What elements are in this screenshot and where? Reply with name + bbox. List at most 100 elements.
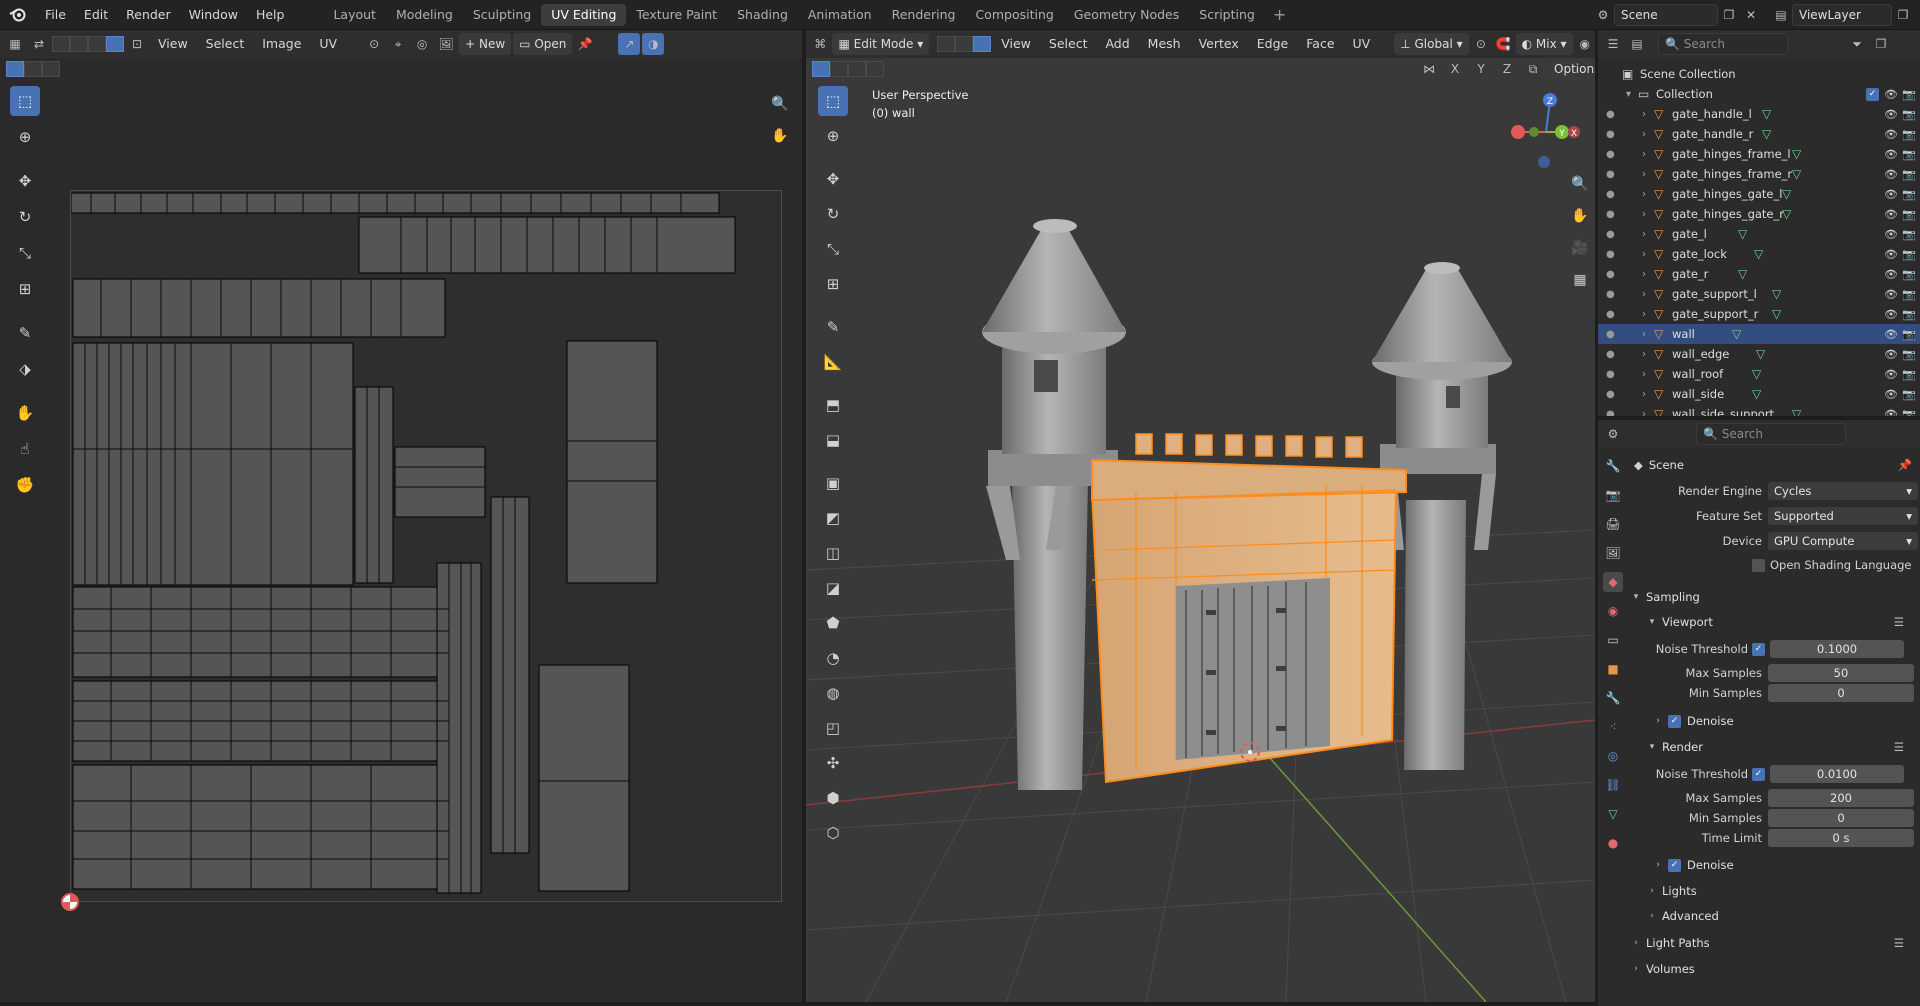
tab-compositing[interactable]: Compositing [965,4,1063,26]
outliner-item[interactable]: ● › ▽ gate_hinges_gate_r ▽ 👁 📷 [1598,204,1920,224]
rip-region-tool-icon[interactable]: ⬡ [818,818,848,848]
light-paths-presets-icon[interactable]: ☰ [1894,936,1904,950]
render-camera-icon[interactable]: 📷 [1902,268,1916,281]
view-layer-icon[interactable]: ▤ [1770,4,1792,26]
visibility-dot-icon[interactable]: ● [1606,289,1615,300]
extrude-tool-icon[interactable]: ⬓ [818,425,848,455]
outliner-item[interactable]: ● › ▽ gate_lock ▽ 👁 📷 [1598,244,1920,264]
vp-move-tool-icon[interactable]: ✥ [818,164,848,194]
visibility-dot-icon[interactable]: ● [1606,229,1615,240]
render-camera-icon[interactable]: 📷 [1902,228,1916,241]
eye-icon[interactable]: 👁 [1884,388,1898,401]
vp-denoise-checkbox[interactable]: ✓ [1668,714,1681,728]
outliner-item[interactable]: ● › ▽ wall_side ▽ 👁 📷 [1598,384,1920,404]
new-collection-icon[interactable]: ❐ [1870,33,1892,55]
mesh-data-icon[interactable]: ▽ [1752,387,1761,401]
light-paths-panel-header[interactable]: › Light Paths ☰ [1630,932,1920,954]
collection-exclude-checkbox[interactable]: ✓ [1866,87,1879,101]
uv-sync-icon[interactable]: ⇄ [28,33,50,55]
mesh-data-icon[interactable]: ▽ [1756,347,1765,361]
transform-tool-icon[interactable]: ⊞ [10,274,40,304]
gizmo-toggle-icon[interactable]: ↗ [618,33,641,55]
properties-search-input[interactable]: 🔍 Search [1696,423,1846,445]
collection-tab-icon[interactable]: ▭ [1603,630,1623,650]
vp-measure-tool-icon[interactable]: 📐 [818,347,848,377]
visibility-dot-icon[interactable]: ● [1606,309,1615,320]
item-expand-icon[interactable]: › [1642,389,1646,400]
outliner-item[interactable]: ● › ▽ gate_handle_l ▽ 👁 📷 [1598,104,1920,124]
outliner-editor-type-icon[interactable]: ☰ [1602,33,1624,55]
r-denoise-checkbox[interactable]: ✓ [1668,858,1681,872]
output-tab-icon[interactable]: 🖨 [1603,514,1623,534]
physics-tab-icon[interactable]: ◎ [1603,746,1623,766]
visibility-dot-icon[interactable]: ● [1606,389,1615,400]
item-expand-icon[interactable]: › [1642,209,1646,220]
tab-modeling[interactable]: Modeling [386,4,463,26]
ortho-toggle-icon[interactable]: ▦ [1568,268,1592,292]
r-denoise-row[interactable]: › ✓ Denoise [1630,854,1920,876]
render-camera-icon[interactable]: 📷 [1902,288,1916,301]
uv-menu-uv[interactable]: UV [311,30,345,58]
move-tool-icon[interactable]: ✥ [10,166,40,196]
display-mode-icon[interactable]: ▤ [1626,33,1648,55]
vp-min-samples-field[interactable]: 0 [1768,684,1914,702]
eye-icon[interactable]: 👁 [1884,108,1898,121]
render-tab-icon[interactable]: 📷 [1603,485,1623,505]
item-expand-icon[interactable]: › [1642,269,1646,280]
item-expand-icon[interactable]: › [1642,289,1646,300]
mesh-data-icon[interactable]: ▽ [1792,167,1801,181]
eye-icon[interactable]: 👁 [1884,168,1898,181]
constraints-tab-icon[interactable]: ⛓ [1603,775,1623,795]
mesh-data-icon[interactable]: ▽ [1752,367,1761,381]
viewport-presets-icon[interactable]: ☰ [1894,615,1904,629]
item-expand-icon[interactable]: › [1642,229,1646,240]
select-box-tool-icon[interactable]: ⬚ [10,86,40,116]
mesh-data-icon[interactable]: ▽ [1792,407,1801,416]
item-expand-icon[interactable]: › [1642,309,1646,320]
mesh-data-icon[interactable]: ▽ [1754,247,1763,261]
cursor-tool-icon[interactable]: ⊕ [10,122,40,152]
eye-icon[interactable]: 👁 [1884,248,1898,261]
mesh-data-icon[interactable]: ▽ [1732,327,1741,341]
view-layer-tab-icon[interactable]: 🖼 [1603,543,1623,563]
delete-view-layer-icon[interactable]: ✕ [1914,4,1920,26]
pinch-tool-icon[interactable]: ✊ [10,470,40,500]
tab-scripting[interactable]: Scripting [1189,4,1265,26]
render-camera-icon[interactable]: 📷 [1902,108,1916,121]
render-camera-icon[interactable]: 📷 [1902,368,1916,381]
visibility-dot-icon[interactable]: ● [1606,369,1615,380]
mesh-data-icon[interactable]: ▽ [1738,227,1747,241]
tab-geometry-nodes[interactable]: Geometry Nodes [1064,4,1189,26]
render-presets-icon[interactable]: ☰ [1894,740,1904,754]
bevel-tool-icon[interactable]: ◩ [818,503,848,533]
visibility-dot-icon[interactable]: ● [1606,129,1615,140]
eye-icon[interactable]: 👁 [1884,328,1898,341]
lights-subpanel-header[interactable]: › Lights [1630,880,1920,902]
world-tab-icon[interactable]: ◉ [1603,601,1623,621]
rip-tool-icon[interactable]: ⬗ [10,354,40,384]
render-camera-icon[interactable]: 📷 [1902,408,1916,417]
item-expand-icon[interactable]: › [1642,409,1646,417]
collection-eye-icon[interactable]: 👁 [1884,88,1898,101]
item-expand-icon[interactable]: › [1642,149,1646,160]
eye-icon[interactable]: 👁 [1884,208,1898,221]
3d-viewport[interactable]: ⌘ ▦ Edit Mode ▾ View Select Add Mesh Ver… [806,30,1595,1002]
smooth-tool-icon[interactable]: ◍ [818,678,848,708]
scale-tool-icon[interactable]: ⤡ [10,238,40,268]
visibility-dot-icon[interactable]: ● [1606,169,1615,180]
render-camera-icon[interactable]: 📷 [1902,308,1916,321]
scene-field[interactable]: Scene [1614,4,1718,26]
editor-type-icon[interactable]: ▦ [4,33,26,55]
proportional-icon[interactable]: ◎ [411,33,433,55]
navigation-gizmo[interactable]: Z Y X [1506,90,1586,170]
device-dropdown[interactable]: GPU Compute ▾ [1768,532,1918,550]
outliner-search-input[interactable]: 🔍 Search [1658,33,1788,55]
uv-menu-view[interactable]: View [150,30,196,58]
item-expand-icon[interactable]: › [1642,329,1646,340]
advanced-subpanel-header[interactable]: › Advanced [1630,905,1920,927]
pin-properties-icon[interactable]: 📌 [1898,458,1912,472]
sampling-panel-header[interactable]: ▾ Sampling [1630,586,1920,608]
tool-tab-icon[interactable]: 🔧 [1603,456,1623,476]
item-expand-icon[interactable]: › [1642,369,1646,380]
vp-transform-tool-icon[interactable]: ⊞ [818,269,848,299]
